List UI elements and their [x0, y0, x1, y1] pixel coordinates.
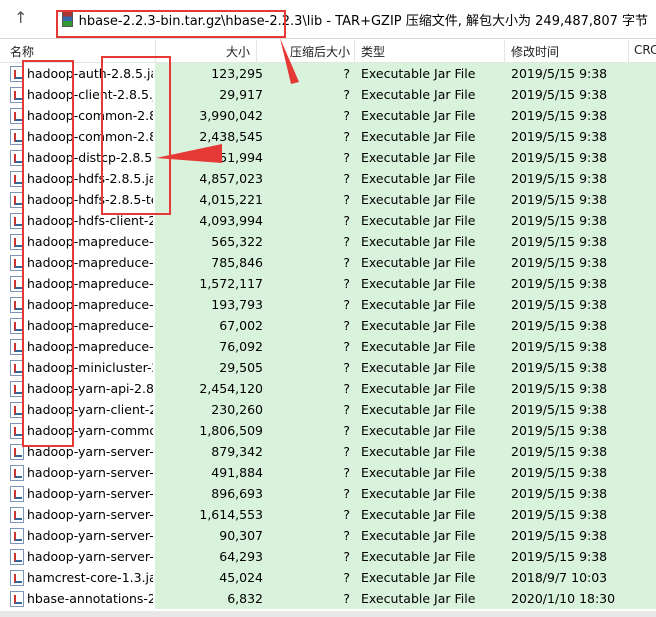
- annotation-arrow-version: [156, 144, 222, 163]
- annotation-arrows: [156, 38, 299, 163]
- annotation-arrow-path: [280, 38, 299, 84]
- horizontal-scrollbar[interactable]: [0, 611, 656, 617]
